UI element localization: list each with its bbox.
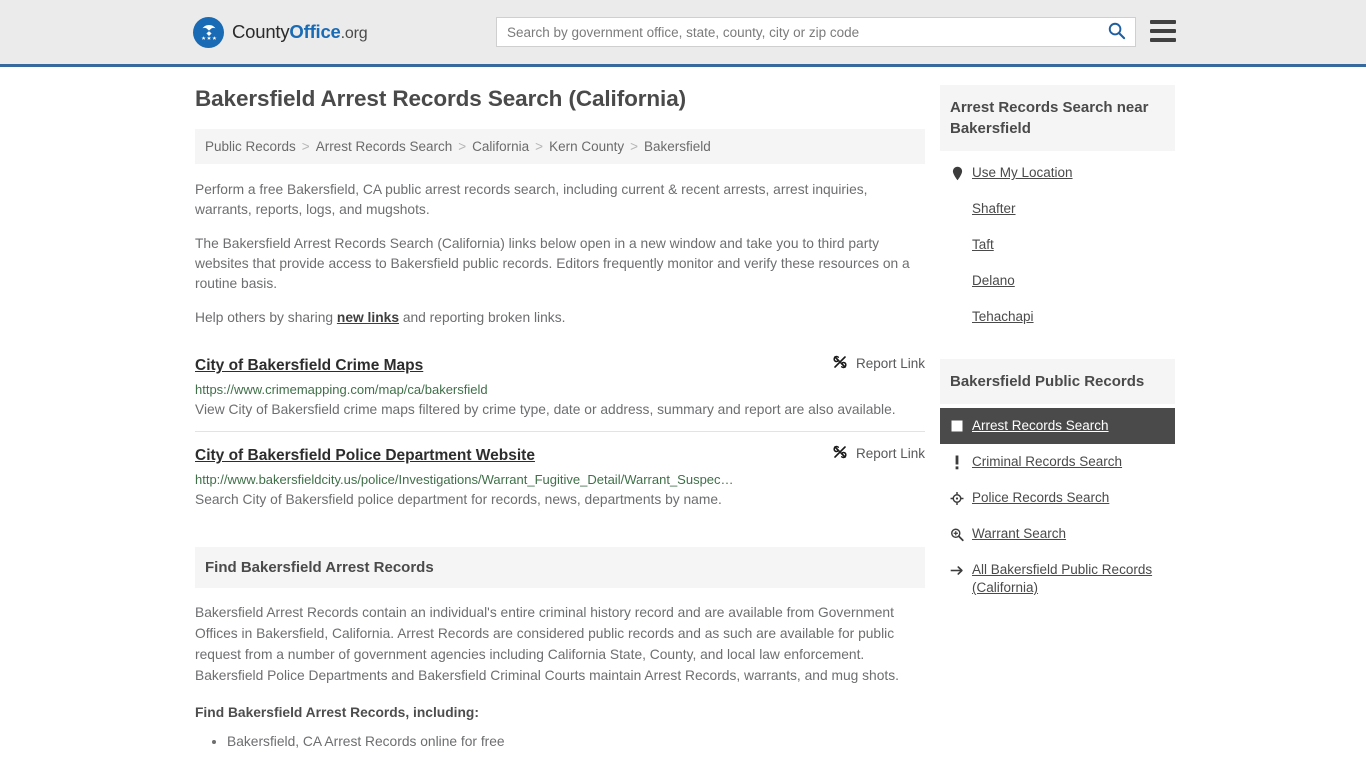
site-header: CountyOffice.org xyxy=(0,0,1366,67)
sidebar-item-tehachapi[interactable]: Tehachapi xyxy=(940,299,1175,335)
report-link-button[interactable]: Report Link xyxy=(818,444,925,463)
sidebar-item-label: Tehachapi xyxy=(972,309,1034,324)
blank-icon xyxy=(950,236,964,254)
section-paragraph: Bakersfield Arrest Records contain an in… xyxy=(195,605,899,683)
sidebar-item-taft[interactable]: Taft xyxy=(940,227,1175,263)
page-title: Bakersfield Arrest Records Search (Calif… xyxy=(195,86,686,111)
broken-link-icon xyxy=(832,444,848,463)
breadcrumb-separator: > xyxy=(458,139,467,154)
sidebar-public-records-heading: Bakersfield Public Records xyxy=(940,359,1175,404)
sidebar-item-shafter[interactable]: Shafter xyxy=(940,191,1175,227)
sidebar-item-label: Delano xyxy=(972,273,1015,288)
arrow-right-icon xyxy=(950,561,964,579)
sidebar: Arrest Records Search near Bakersfield U… xyxy=(940,85,1175,753)
blank-icon xyxy=(950,272,964,290)
logo-text-office: Office xyxy=(289,21,341,42)
hamburger-bar-2 xyxy=(1150,29,1176,33)
magnifier-plus-icon xyxy=(950,525,964,543)
search-input[interactable] xyxy=(497,18,1097,46)
section-list: Bakersfield, CA Arrest Records online fo… xyxy=(195,731,925,753)
section-body: Bakersfield Arrest Records contain an in… xyxy=(195,602,925,753)
result-description: Search City of Bakersfield police depart… xyxy=(195,492,722,507)
result-url[interactable]: https://www.crimemapping.com/map/ca/bake… xyxy=(195,382,925,397)
sidebar-item-delano[interactable]: Delano xyxy=(940,263,1175,299)
result-description: View City of Bakersfield crime maps filt… xyxy=(195,402,896,417)
breadcrumb: Public Records > Arrest Records Search > Cal… xyxy=(195,129,925,164)
sidebar-item-label: Shafter xyxy=(972,201,1016,216)
sidebar-item-police-records-search[interactable]: Police Records Search xyxy=(940,480,1175,516)
sidebar-near-heading: Arrest Records Search near Bakersfield xyxy=(940,85,1175,151)
exclamation-icon xyxy=(950,453,964,471)
list-item: Bakersfield, CA Arrest Records online fo… xyxy=(227,731,925,753)
intro-paragraph-1: Perform a free Bakersfield, CA public ar… xyxy=(195,182,868,217)
report-link-label: Report Link xyxy=(855,356,925,371)
report-link-label: Report Link xyxy=(855,446,925,461)
sidebar-item-label: Warrant Search xyxy=(972,526,1067,541)
breadcrumb-separator: > xyxy=(630,139,638,154)
section-heading: Find Bakersfield Arrest Records xyxy=(195,547,925,588)
result-url[interactable]: http://www.bakersfieldcity.us/police/Inv… xyxy=(195,472,925,487)
sidebar-public-records-list: Arrest Records Search Criminal Records S… xyxy=(940,408,1175,606)
sidebar-item-label: Criminal Records Search xyxy=(972,454,1123,469)
site-logo[interactable]: CountyOffice.org xyxy=(193,16,368,48)
hamburger-bar-1 xyxy=(1150,20,1176,24)
sidebar-item-criminal-records-search[interactable]: Criminal Records Search xyxy=(940,444,1175,480)
blank-icon xyxy=(950,200,964,218)
share-text-after: and reporting broken links. xyxy=(399,310,566,325)
search-icon xyxy=(1107,21,1126,43)
hamburger-menu-icon[interactable] xyxy=(1150,20,1176,42)
intro-text: Perform a free Bakersfield, CA public ar… xyxy=(195,180,925,328)
map-pin-icon xyxy=(950,164,964,182)
new-links-link[interactable]: new links xyxy=(337,310,399,325)
result-header: City of Bakersfield Crime Maps Report Li… xyxy=(195,354,925,375)
square-icon xyxy=(950,417,964,435)
breadcrumb-item-california[interactable]: California xyxy=(472,139,529,154)
logo-text-org: .org xyxy=(340,25,368,42)
search-bar xyxy=(496,17,1136,47)
sidebar-near-list: Use My Location Shafter Taft Delano Teha… xyxy=(940,155,1175,335)
sidebar-item-warrant-search[interactable]: Warrant Search xyxy=(940,516,1175,552)
result-title-link[interactable]: City of Bakersfield Crime Maps xyxy=(195,357,423,375)
hamburger-bar-3 xyxy=(1150,38,1176,42)
sidebar-item-all-public-records[interactable]: All Bakersfield Public Records (Californ… xyxy=(940,552,1175,606)
breadcrumb-separator: > xyxy=(535,139,544,154)
sidebar-item-arrest-records-search[interactable]: Arrest Records Search xyxy=(940,408,1175,444)
sidebar-item-label: Arrest Records Search xyxy=(972,418,1109,433)
main-column: Bakersfield Arrest Records Search (Calif… xyxy=(195,85,925,753)
search-button[interactable] xyxy=(1097,18,1135,46)
sidebar-item-use-my-location[interactable]: Use My Location xyxy=(940,155,1175,191)
sidebar-item-label: Police Records Search xyxy=(972,490,1110,505)
breadcrumb-item-arrest-records-search[interactable]: Arrest Records Search xyxy=(316,139,453,154)
result-item: City of Bakersfield Crime Maps Report Li… xyxy=(195,342,925,431)
sidebar-item-label: Use My Location xyxy=(972,165,1073,180)
result-header: City of Bakersfield Police Department We… xyxy=(195,444,925,465)
intro-paragraph-2: The Bakersfield Arrest Records Search (C… xyxy=(195,236,910,291)
result-title-link[interactable]: City of Bakersfield Police Department We… xyxy=(195,447,535,465)
report-link-button[interactable]: Report Link xyxy=(818,354,925,373)
breadcrumb-item-bakersfield[interactable]: Bakersfield xyxy=(644,139,711,154)
sidebar-item-label: Taft xyxy=(972,237,994,252)
result-item: City of Bakersfield Police Department We… xyxy=(195,431,925,521)
share-text-before: Help others by sharing xyxy=(195,310,337,325)
blank-icon xyxy=(950,308,964,326)
intro-paragraph-3: Help others by sharing new links and rep… xyxy=(195,308,925,328)
sidebar-item-label: All Bakersfield Public Records (Californ… xyxy=(972,562,1153,595)
crosshair-icon xyxy=(950,489,964,507)
eagle-seal-icon xyxy=(193,16,224,48)
breadcrumb-item-kern-county[interactable]: Kern County xyxy=(549,139,624,154)
breadcrumb-separator: > xyxy=(301,139,310,154)
broken-link-icon xyxy=(832,354,848,373)
section-subheading: Find Bakersfield Arrest Records, includi… xyxy=(195,705,479,720)
breadcrumb-item-public-records[interactable]: Public Records xyxy=(205,139,296,154)
logo-text-county: County xyxy=(232,21,290,42)
page-body: Bakersfield Arrest Records Search (Calif… xyxy=(0,67,1366,753)
logo-wordmark: CountyOffice.org xyxy=(232,21,368,43)
